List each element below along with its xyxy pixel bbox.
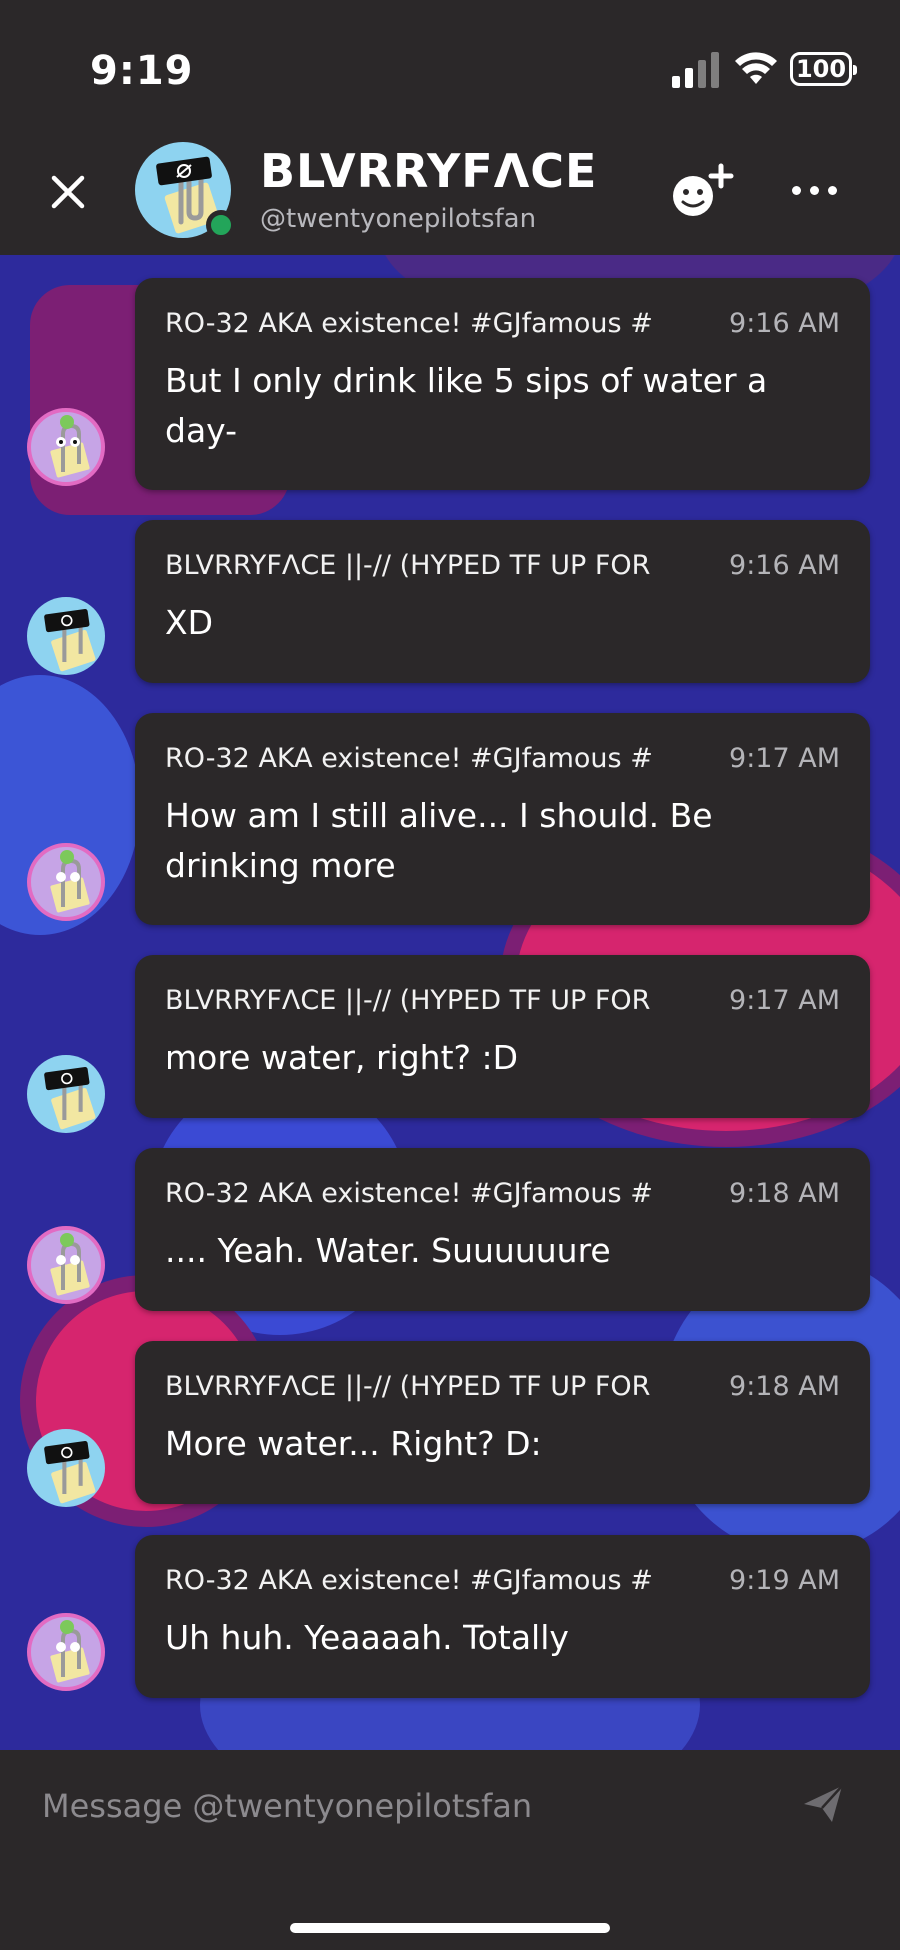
send-icon[interactable] xyxy=(802,1782,844,1824)
message-timestamp: 9:16 AM xyxy=(729,550,840,581)
paperclip-avatar-icon xyxy=(44,1440,96,1504)
paperclip-avatar-icon xyxy=(44,1066,96,1130)
close-icon xyxy=(51,175,85,209)
message-author[interactable]: BLVRRYFΛCE ||-// (HYPED TF UP FOR xyxy=(165,1371,703,1402)
message-timestamp: 9:18 AM xyxy=(729,1371,840,1402)
message-author[interactable]: BLVRRYFΛCE ||-// (HYPED TF UP FOR xyxy=(165,985,703,1016)
message-text: How am I still alive... I should. Be dri… xyxy=(165,796,713,885)
dot-icon xyxy=(827,185,837,195)
message-author[interactable]: BLVRRYFΛCE ||-// (HYPED TF UP FOR xyxy=(165,550,703,581)
message-composer xyxy=(0,1750,900,1950)
more-options-button[interactable] xyxy=(784,170,844,210)
message-text: Uh huh. Yeaaaah. Totally xyxy=(165,1618,569,1657)
message-timestamp: 9:19 AM xyxy=(729,1565,840,1596)
message-bubble[interactable]: BLVRRYFΛCE ||-// (HYPED TF UP FOR 9:17 A… xyxy=(135,955,870,1118)
battery-icon: 100 xyxy=(790,52,857,86)
message-text: .... Yeah. Water. Suuuuuure xyxy=(165,1231,611,1270)
message-text: But I only drink like 5 sips of water a … xyxy=(165,361,768,450)
paperclip-frog-avatar-icon xyxy=(50,850,90,913)
message-bubble[interactable]: RO-32 AKA existence! #GJfamous # 9:18 AM… xyxy=(135,1148,870,1311)
close-button[interactable] xyxy=(42,166,94,218)
message-timestamp: 9:17 AM xyxy=(729,743,840,774)
message-author[interactable]: RO-32 AKA existence! #GJfamous # xyxy=(165,743,703,774)
add-friend-icon[interactable] xyxy=(665,160,735,222)
cellular-signal-icon xyxy=(672,52,719,88)
recipient-handle: @twentyonepilotsfan xyxy=(260,204,537,234)
message-bubble[interactable]: RO-32 AKA existence! #GJfamous # 9:19 AM… xyxy=(135,1535,870,1698)
message-list[interactable]: RO-32 AKA existence! #GJfamous # 9:16 AM… xyxy=(0,255,900,1750)
battery-level: 100 xyxy=(795,55,847,83)
dm-header: BLVRRYFΛCE ||- @twentyonepilotsfan xyxy=(0,130,900,255)
message-bubble[interactable]: BLVRRYFΛCE ||-// (HYPED TF UP FOR 9:18 A… xyxy=(135,1341,870,1504)
avatar[interactable] xyxy=(27,408,105,486)
home-indicator xyxy=(290,1923,610,1933)
message-text: XD xyxy=(165,603,214,642)
message-author[interactable]: RO-32 AKA existence! #GJfamous # xyxy=(165,1178,703,1209)
avatar[interactable] xyxy=(27,1055,105,1133)
message-input[interactable] xyxy=(40,1780,784,1832)
avatar[interactable] xyxy=(27,597,105,675)
paperclip-avatar-icon xyxy=(44,608,96,672)
message-timestamp: 9:16 AM xyxy=(729,308,840,339)
online-status-indicator xyxy=(206,210,236,240)
wifi-icon xyxy=(735,52,777,84)
avatar[interactable] xyxy=(27,843,105,921)
message-bubble[interactable]: RO-32 AKA existence! #GJfamous # 9:17 AM… xyxy=(135,713,870,925)
message-text: More water... Right? D: xyxy=(165,1424,542,1463)
message-bubble[interactable]: RO-32 AKA existence! #GJfamous # 9:16 AM… xyxy=(135,278,870,490)
paperclip-frog-avatar-icon xyxy=(50,415,90,478)
message-author[interactable]: RO-32 AKA existence! #GJfamous # xyxy=(165,1565,703,1596)
message-author[interactable]: RO-32 AKA existence! #GJfamous # xyxy=(165,308,703,339)
dot-icon xyxy=(791,185,801,195)
paperclip-frog-avatar-icon xyxy=(50,1233,90,1296)
avatar[interactable] xyxy=(27,1226,105,1304)
message-timestamp: 9:17 AM xyxy=(729,985,840,1016)
message-text: more water, right? :D xyxy=(165,1038,519,1077)
avatar[interactable] xyxy=(27,1429,105,1507)
message-bubble[interactable]: BLVRRYFΛCE ||-// (HYPED TF UP FOR 9:16 A… xyxy=(135,520,870,683)
status-time: 9:19 xyxy=(90,48,194,94)
message-timestamp: 9:18 AM xyxy=(729,1178,840,1209)
status-bar: 9:19 100 xyxy=(0,0,900,130)
dot-icon xyxy=(809,185,819,195)
paperclip-frog-avatar-icon xyxy=(50,1620,90,1683)
avatar[interactable] xyxy=(27,1613,105,1691)
recipient-name[interactable]: BLVRRYFΛCE ||- xyxy=(260,144,615,198)
